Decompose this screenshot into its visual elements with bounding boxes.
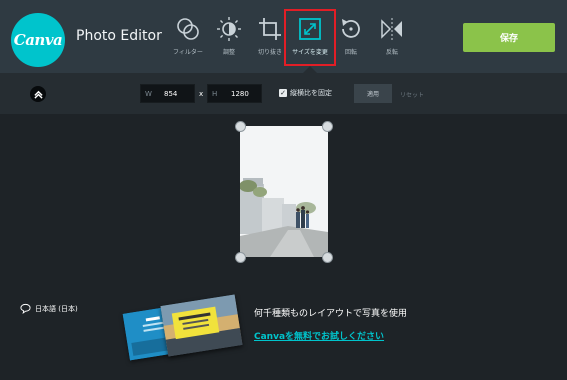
resize-handle-top-right[interactable] <box>322 121 333 132</box>
tool-adjust[interactable]: 調整 <box>207 12 251 62</box>
promo-link[interactable]: Canvaを無料でお試しください <box>254 329 384 342</box>
height-input[interactable]: H 1280 <box>207 84 262 103</box>
height-prefix: H <box>212 89 218 98</box>
resize-handle-bottom-right[interactable] <box>322 252 333 263</box>
reset-button[interactable]: リセット <box>400 90 424 99</box>
filter-icon <box>177 18 199 40</box>
tool-flip[interactable]: 反転 <box>370 12 414 62</box>
crop-icon <box>259 18 281 40</box>
resize-handle-top-left[interactable] <box>235 121 246 132</box>
width-input[interactable]: W 854 <box>140 84 195 103</box>
speech-bubble-icon <box>20 303 31 314</box>
chevron-up-icon <box>33 90 43 99</box>
width-prefix: W <box>145 89 152 98</box>
tool-rotate[interactable]: 回転 <box>329 12 373 62</box>
adjust-sun-icon <box>217 17 241 41</box>
rotate-icon <box>342 19 360 38</box>
tool-crop-label: 切り抜き <box>257 49 282 56</box>
flip-icon <box>381 18 402 40</box>
tool-flip-label: 反転 <box>385 49 398 56</box>
tool-filter-label: フィルター <box>173 49 203 56</box>
collapse-button[interactable] <box>30 86 46 102</box>
promo-text: 何千種類ものレイアウトで写真を使用 <box>254 309 408 319</box>
photo-image <box>240 126 328 257</box>
width-value: 854 <box>164 89 178 98</box>
save-button[interactable]: 保存 <box>463 23 555 52</box>
lock-aspect-checkbox[interactable]: ✓ <box>279 89 287 97</box>
language-selector[interactable]: 日本語 (日本) <box>20 303 78 314</box>
lock-aspect-label: 縦横比を固定 <box>290 89 332 97</box>
canva-logo[interactable]: Canva <box>11 13 65 67</box>
active-tool-caret <box>303 66 317 73</box>
tool-rotate-label: 回転 <box>344 49 357 56</box>
resize-handle-bottom-left[interactable] <box>235 252 246 263</box>
app-title: Photo Editor <box>76 28 162 44</box>
tool-adjust-label: 調整 <box>222 49 235 56</box>
logo-text: Canva <box>13 31 63 49</box>
height-value: 1280 <box>231 89 249 98</box>
edited-photo[interactable] <box>240 126 328 257</box>
apply-button[interactable]: 適用 <box>354 84 392 103</box>
tool-filter[interactable]: フィルター <box>166 12 210 62</box>
dimension-separator: x <box>199 90 204 98</box>
promo-card-front-image <box>160 294 243 357</box>
language-label: 日本語 (日本) <box>35 304 78 313</box>
promo-card-front <box>160 294 243 357</box>
